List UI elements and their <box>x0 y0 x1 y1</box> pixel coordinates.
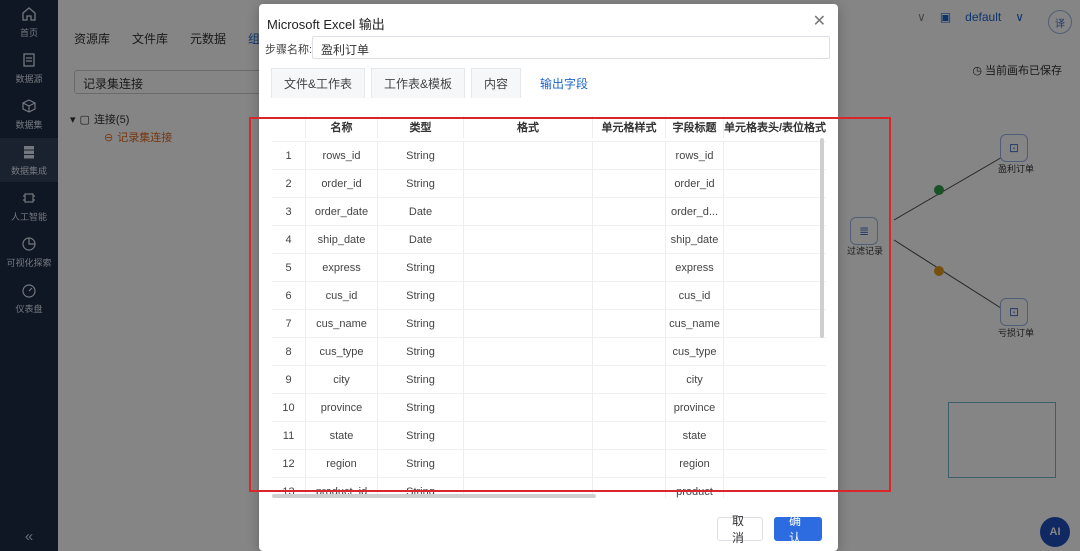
tab-content[interactable]: 内容 <box>471 68 522 98</box>
tab-worksheet-template[interactable]: 工作表&模板 <box>371 68 466 98</box>
dialog-title: Microsoft Excel 输出 <box>267 17 385 32</box>
step-name-field[interactable]: 盈利订单 <box>312 36 830 59</box>
step-name-label: 步骤名称: <box>265 44 313 56</box>
cancel-button[interactable]: 取消 <box>717 514 763 545</box>
tab-file-worksheet[interactable]: 文件&工作表 <box>271 68 366 98</box>
tab-output-fields[interactable]: 输出字段 <box>527 68 602 98</box>
horizontal-scrollbar[interactable] <box>272 494 596 498</box>
confirm-button[interactable]: 确认 <box>774 514 822 545</box>
highlight-annotation-box <box>249 117 891 492</box>
close-icon[interactable]: ✕ <box>813 11 826 31</box>
dialog-tabs: 文件&工作表 工作表&模板 内容 输出字段 <box>271 68 602 98</box>
